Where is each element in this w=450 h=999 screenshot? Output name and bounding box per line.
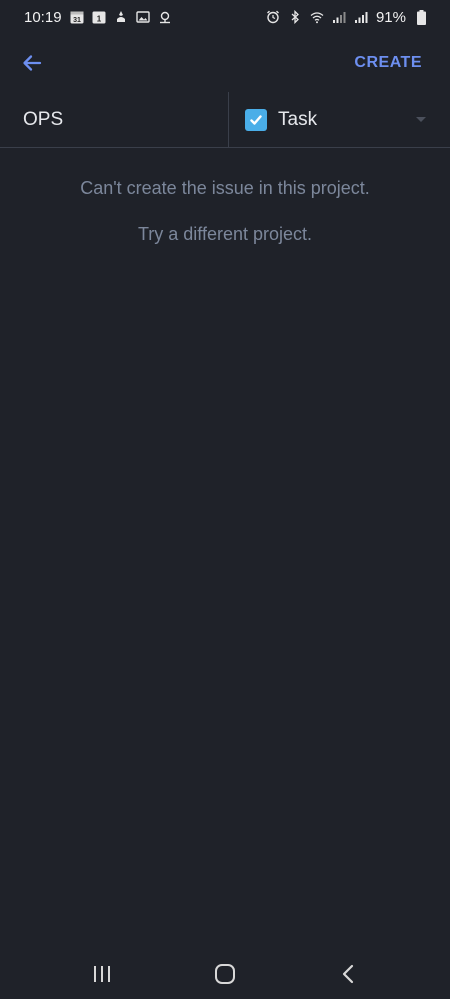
issue-type-selector[interactable]: Task <box>229 92 450 147</box>
calendar-badge-icon: 1 <box>92 10 106 24</box>
app-bar: CREATE <box>0 34 450 92</box>
status-time: 10:19 <box>24 8 62 26</box>
recent-apps-icon <box>92 965 112 983</box>
signal-icon <box>332 10 346 24</box>
create-button[interactable]: CREATE <box>354 54 422 72</box>
back-button[interactable] <box>18 49 46 77</box>
project-name: OPS <box>23 108 64 130</box>
gesture-icon <box>114 10 128 24</box>
home-button[interactable] <box>205 954 245 994</box>
checkbox-checked-icon <box>245 108 267 131</box>
calendar-icon: 31 <box>70 10 84 24</box>
back-icon <box>341 964 355 984</box>
location-icon <box>158 10 172 24</box>
recent-apps-button[interactable] <box>82 954 122 994</box>
battery-percent: 91% <box>375 8 406 26</box>
bluetooth-icon <box>288 10 302 24</box>
svg-text:1: 1 <box>96 15 101 24</box>
alarm-icon <box>266 10 280 24</box>
system-back-button[interactable] <box>328 954 368 994</box>
chevron-down-icon <box>416 117 426 122</box>
battery-icon <box>414 9 428 25</box>
status-right: 91% <box>266 9 428 26</box>
status-left: 10:19 31 1 <box>24 9 172 26</box>
project-selector[interactable]: OPS <box>0 92 229 147</box>
hint-message: Try a different project. <box>137 224 313 244</box>
selector-row: OPS Task <box>0 92 450 148</box>
error-message: Can't create the issue in this project. <box>80 178 370 198</box>
wifi-icon <box>310 10 324 24</box>
issue-type-label: Task <box>278 108 318 130</box>
status-bar: 10:19 31 1 91% <box>0 0 450 34</box>
gallery-icon <box>135 10 150 24</box>
svg-text:31: 31 <box>73 17 81 24</box>
signal-icon <box>354 10 368 24</box>
navigation-bar <box>0 948 450 999</box>
home-icon <box>214 963 236 985</box>
arrow-left-icon <box>21 52 43 74</box>
